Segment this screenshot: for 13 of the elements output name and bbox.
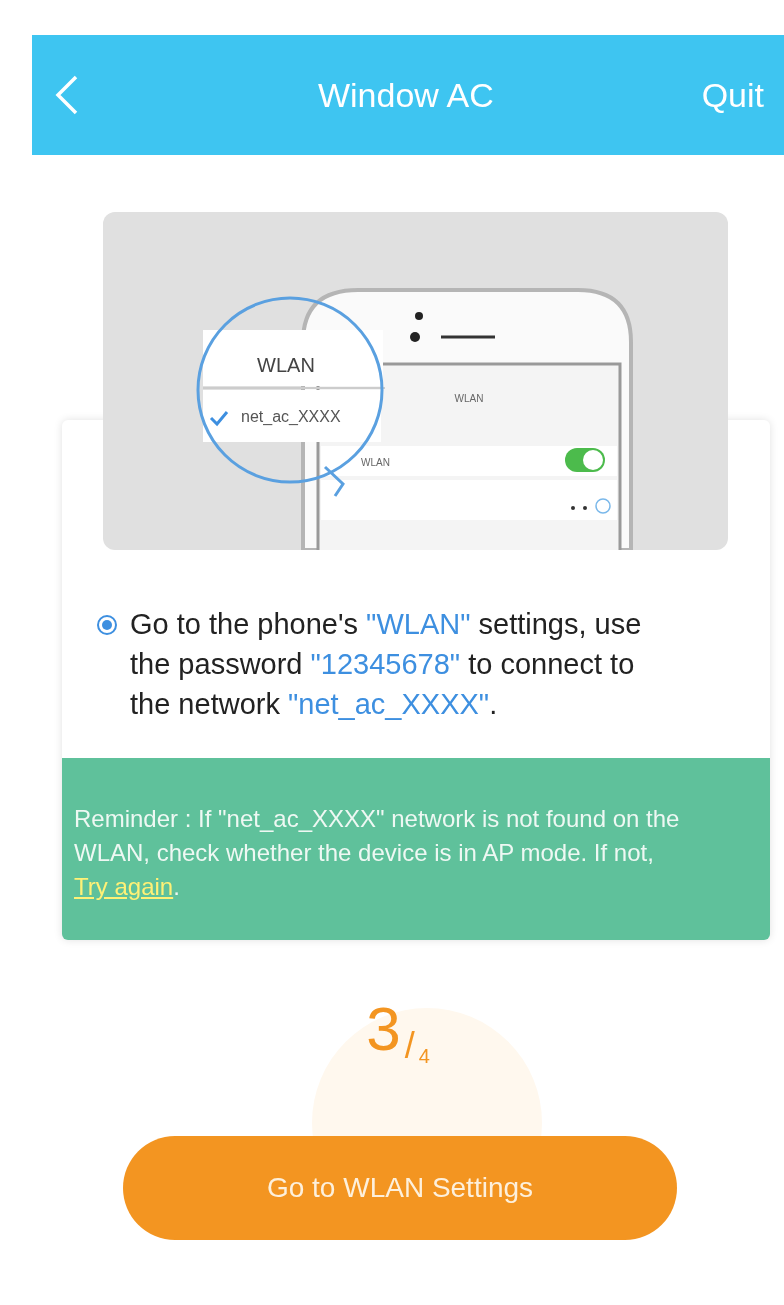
magnifier-title: WLAN: [257, 354, 315, 376]
step-total: 4: [418, 1046, 430, 1066]
header-title: Window AC: [316, 74, 494, 116]
screen-title: WLAN: [454, 393, 484, 404]
step-current: 3: [366, 998, 401, 1060]
quit-button[interactable]: Quit: [701, 69, 764, 121]
reminder-text: Reminder : If "net_ac_XXXX" network is not found on the WLAN, check whether the device is in AP mode. If not, Try again.: [74, 804, 681, 902]
try-again-link[interactable]: Try again: [74, 873, 174, 900]
instruction-text: Go to the phone's "WLAN" settings, use the password "12345678" to connect to the network "net_ac_XXXX".: [130, 607, 643, 722]
network-name: net_ac_XXXX: [241, 408, 341, 425]
screen-wlan-label: WLAN: [361, 457, 390, 468]
step-separator: /: [404, 1028, 415, 1064]
wlan-settings-button[interactable]: Go to WLAN Settings: [123, 1136, 677, 1240]
